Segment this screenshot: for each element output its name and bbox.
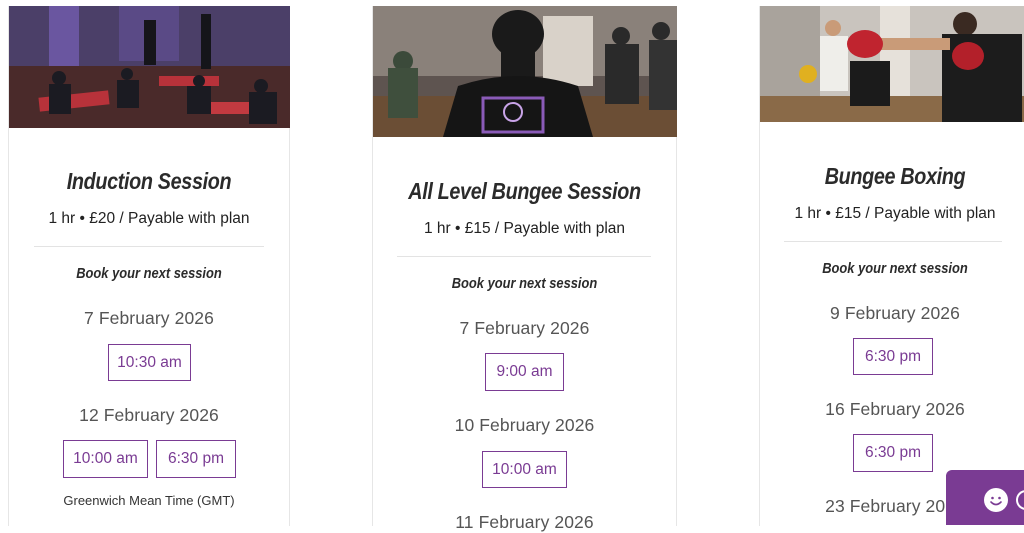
divider — [34, 246, 264, 247]
date-heading: 16 February 2026 — [825, 399, 965, 419]
book-label: Book your next session — [822, 260, 968, 277]
chat-edge-icon — [1016, 490, 1024, 510]
card-meta: 1 hr • £20 / Payable with plan — [48, 210, 250, 227]
time-slot-button[interactable]: 10:30 am — [108, 344, 191, 381]
chat-button[interactable] — [946, 470, 1024, 525]
card-title: All Level Bungee Session — [408, 178, 641, 204]
service-photo — [760, 6, 1024, 122]
divider — [784, 241, 1002, 242]
book-label: Book your next session — [451, 275, 598, 292]
time-slot-button[interactable]: 6:30 pm — [853, 434, 933, 472]
date-heading: 10 February 2026 — [454, 415, 595, 435]
service-photo — [9, 6, 290, 128]
timezone-label: Greenwich Mean Time (GMT) — [63, 493, 235, 508]
time-slot-button[interactable]: 10:00 am — [63, 440, 148, 478]
time-slot-button[interactable]: 10:00 am — [482, 451, 567, 488]
book-label: Book your next session — [76, 265, 222, 282]
date-heading: 7 February 2026 — [84, 308, 214, 328]
card-meta: 1 hr • £15 / Payable with plan — [423, 220, 626, 237]
smiley-icon — [984, 488, 1008, 512]
time-slot-button[interactable]: 6:30 pm — [156, 440, 236, 478]
time-slot-button[interactable]: 9:00 am — [485, 353, 564, 391]
card-title: Bungee Boxing — [824, 163, 966, 189]
service-card-induction: Induction Session 1 hr • £20 / Payable w… — [8, 6, 290, 526]
divider — [397, 256, 651, 257]
time-slot-button[interactable]: 6:30 pm — [853, 338, 933, 375]
service-photo — [373, 6, 677, 137]
date-heading: 7 February 2026 — [459, 318, 590, 338]
service-card-bungee-boxing: Bungee Boxing 1 hr • £15 / Payable with … — [759, 6, 1024, 526]
date-heading: 12 February 2026 — [79, 405, 219, 425]
card-meta: 1 hr • £15 / Payable with plan — [794, 205, 996, 222]
card-title: Induction Session — [66, 168, 232, 194]
date-heading: 9 February 2026 — [830, 303, 960, 323]
service-card-all-level-bungee: All Level Bungee Session 1 hr • £15 / Pa… — [372, 6, 677, 532]
